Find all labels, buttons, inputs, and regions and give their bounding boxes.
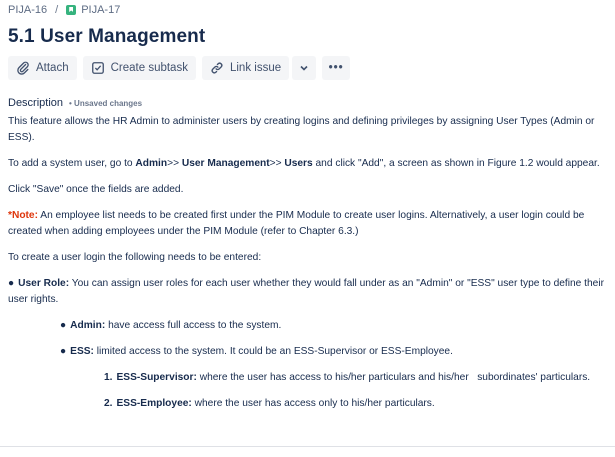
admin-text: have access full access to the system. [105, 320, 282, 331]
description-editor[interactable]: This feature allows the HR Admin to admi… [8, 114, 608, 412]
user-role-label: User Role: [18, 278, 70, 289]
admin-menu-text: Admin [135, 158, 168, 169]
save-paragraph: Click "Save" once the fields are added. [8, 184, 184, 195]
divider [0, 446, 615, 447]
ess-supervisor-list-item: 1. ESS-Supervisor: where the user has ac… [8, 370, 608, 386]
note-text: An employee list needs to be created fir… [8, 210, 585, 237]
breadcrumb: PIJA-16 / PIJA-17 [8, 4, 120, 16]
bullet-icon: ● [60, 346, 67, 357]
ess-list-item: ● ESS: limited access to the system. It … [8, 344, 608, 360]
list-number: 1. [104, 372, 113, 383]
description-label: Description [8, 97, 64, 109]
ess-employee-text: where the user has access only to his/he… [191, 398, 435, 409]
link-issue-dropdown-button[interactable] [292, 56, 317, 80]
add-user-paragraph: To add a system user, go to Admin>> User… [8, 156, 608, 172]
create-subtask-button[interactable]: Create subtask [82, 56, 196, 80]
story-icon [66, 5, 77, 15]
ess-supervisor-label: ESS-Supervisor: [116, 372, 197, 383]
users-menu-text: Users [284, 158, 313, 169]
user-role-text: You can assign user roles for each user … [8, 278, 605, 305]
note-paragraph: *Note: An employee list needs to be crea… [8, 208, 608, 240]
admin-label: Admin: [70, 320, 106, 331]
bullet-icon: ● [60, 320, 67, 331]
link-issue-label: Link issue [229, 62, 282, 74]
attach-button[interactable]: Attach [8, 56, 77, 80]
create-login-paragraph: To create a user login the following nee… [8, 252, 262, 263]
attach-label: Attach [36, 62, 69, 74]
intro-paragraph: This feature allows the HR Admin to admi… [8, 116, 595, 143]
breadcrumb-parent-link[interactable]: PIJA-16 [8, 4, 47, 16]
issue-title[interactable]: 5.1 User Management [8, 26, 205, 48]
arrow-text: >> [167, 158, 182, 169]
add-user-text-end: and click "Add", a screen as shown in Fi… [312, 158, 600, 169]
link-icon [211, 62, 223, 74]
bullet-icon: ● [8, 278, 15, 289]
user-management-menu-text: User Management [181, 158, 270, 169]
issue-toolbar: Attach Create subtask Link issue ••• [8, 56, 351, 80]
breadcrumb-current-link[interactable]: PIJA-17 [81, 4, 120, 16]
more-icon: ••• [328, 62, 344, 74]
subtask-icon [91, 62, 104, 74]
create-subtask-label: Create subtask [110, 62, 188, 74]
admin-list-item: ● Admin: have access full access to the … [8, 318, 608, 334]
ess-text: limited access to the system. It could b… [93, 346, 453, 357]
ess-employee-label: ESS-Employee: [116, 398, 192, 409]
user-role-list-item: ● User Role: You can assign user roles fo… [8, 276, 608, 308]
add-user-text: To add a system user, go to [8, 158, 136, 169]
unsaved-changes-indicator: • Unsaved changes [69, 99, 143, 108]
chevron-down-icon [300, 65, 308, 71]
paperclip-icon [17, 61, 29, 75]
ess-label: ESS: [70, 346, 94, 357]
link-issue-button[interactable]: Link issue [201, 56, 290, 80]
ess-supervisor-text: where the user has access to his/her par… [196, 372, 591, 383]
breadcrumb-separator: / [55, 4, 59, 16]
more-actions-button[interactable]: ••• [322, 56, 351, 80]
list-number: 2. [104, 398, 113, 409]
note-label: *Note: [8, 210, 38, 221]
arrow-text: >> [269, 158, 285, 169]
ess-employee-list-item: 2. ESS-Employee: where the user has acce… [8, 396, 608, 412]
description-section: Description • Unsaved changes This featu… [8, 95, 608, 412]
